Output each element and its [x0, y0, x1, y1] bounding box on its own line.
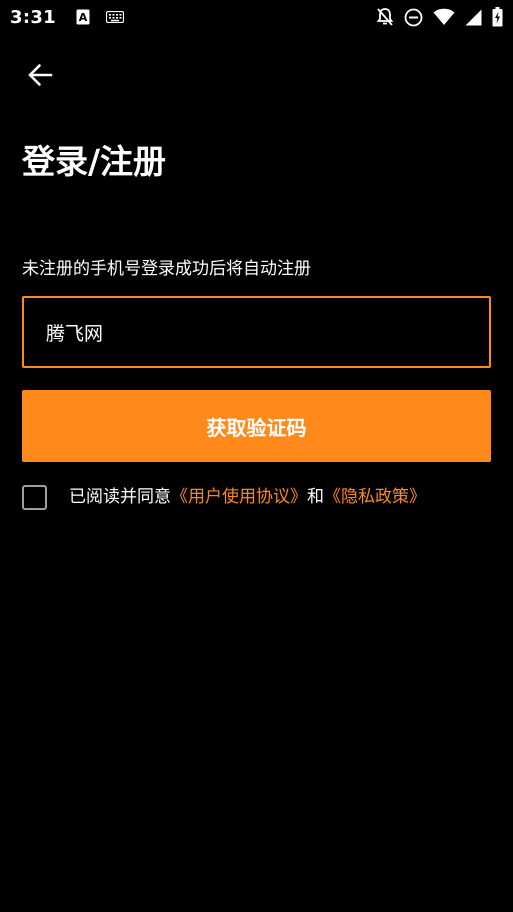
agreement-prefix: 已阅读并同意	[69, 487, 171, 507]
agreement-text: 已阅读并同意《用户使用协议》和《隐私政策》	[69, 485, 426, 509]
status-right-icons	[376, 7, 503, 27]
login-screen: 3:31 A 登录/注册 未注册的手机号登录成功后将自动注册 腾飞网 获取验证码…	[0, 0, 513, 912]
status-left-icons: A	[76, 9, 124, 25]
phone-input-value: 腾飞网	[46, 322, 104, 345]
agreement-conjunction: 和	[307, 487, 324, 507]
status-time: 3:31	[10, 6, 56, 28]
keyboard-icon	[105, 11, 124, 23]
back-button[interactable]	[18, 56, 62, 94]
register-hint: 未注册的手机号登录成功后将自动注册	[22, 259, 311, 279]
get-verification-code-button[interactable]: 获取验证码	[22, 390, 491, 462]
get-verification-code-label: 获取验证码	[206, 417, 307, 440]
svg-text:A: A	[79, 11, 88, 24]
wifi-icon	[433, 8, 455, 26]
status-bar: 3:31 A	[0, 0, 513, 34]
arrow-left-icon	[27, 63, 53, 87]
user-agreement-link[interactable]: 《用户使用协议》	[171, 487, 307, 507]
agreement-row: 已阅读并同意《用户使用协议》和《隐私政策》	[22, 482, 491, 512]
phone-input[interactable]: 腾飞网	[22, 296, 491, 368]
signal-icon	[465, 9, 482, 26]
battery-charging-icon	[492, 7, 503, 27]
do-not-disturb-icon	[404, 8, 423, 27]
page-title: 登录/注册	[22, 142, 167, 181]
agree-checkbox[interactable]	[22, 484, 47, 510]
privacy-policy-link[interactable]: 《隐私政策》	[324, 487, 426, 507]
text-a-icon: A	[76, 9, 90, 25]
notifications-off-icon	[376, 7, 394, 27]
